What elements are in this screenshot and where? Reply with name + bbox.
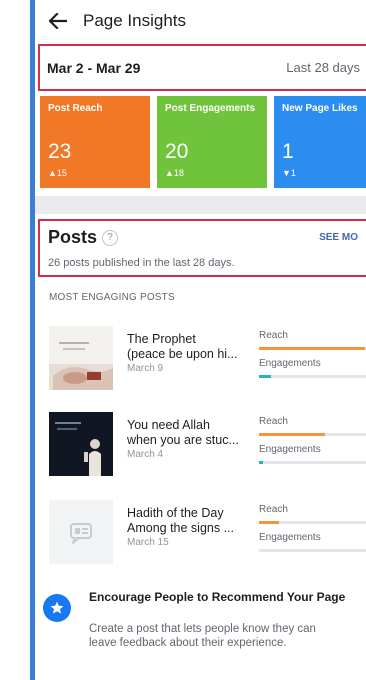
new-page-likes-card[interactable]: New Page Likes 1 ▼1 [274, 96, 366, 188]
post-title-line2: Among the signs ... [127, 521, 235, 535]
post-title-line1: You need Allah [127, 418, 210, 432]
engagements-bar [259, 549, 366, 552]
post-item[interactable]: The Prophet (peace be upon hi... March 9… [49, 326, 366, 396]
card-delta: ▼1 [282, 168, 296, 178]
date-range-label: Mar 2 - Mar 29 [47, 59, 141, 76]
post-title-line1: Hadith of the Day [127, 506, 224, 520]
engagements-bar-fill [259, 461, 263, 464]
reach-bar [259, 347, 366, 350]
back-arrow-icon[interactable] [47, 10, 69, 32]
post-item[interactable]: You need Allah when you are stuc... Marc… [49, 412, 366, 482]
post-thumbnail [49, 326, 113, 390]
reach-label: Reach [259, 504, 288, 515]
summary-cards: Post Reach 23 ▲15 Post Engagements 20 ▲1… [40, 96, 366, 188]
post-item[interactable]: Hadith of the Day Among the signs ... Ma… [49, 500, 366, 570]
posts-header: Posts ? SEE MO 26 posts published in the… [38, 219, 366, 277]
reach-bar-fill [259, 521, 280, 524]
app-header: Page Insights [35, 0, 366, 42]
reach-label: Reach [259, 416, 288, 427]
post-metrics: Reach Engagements [259, 416, 366, 472]
reach-bar-fill [259, 347, 365, 350]
post-metrics: Reach Engagements [259, 504, 366, 560]
post-metrics: Reach Engagements [259, 330, 366, 386]
post-title-line1: The Prophet [127, 332, 196, 346]
card-delta: ▲15 [48, 168, 67, 178]
engagements-label: Engagements [259, 444, 321, 455]
engagements-label: Engagements [259, 358, 321, 369]
see-more-link[interactable]: SEE MO [319, 232, 358, 243]
engagements-bar [259, 375, 366, 378]
post-date: March 4 [127, 449, 164, 460]
card-title: Post Engagements [165, 103, 256, 114]
recommend-body: Create a post that lets people know they… [89, 623, 316, 649]
reach-bar [259, 521, 366, 524]
engagements-bar-fill [259, 375, 271, 378]
post-date: March 15 [127, 537, 169, 548]
post-title-line2: when you are stuc... [127, 433, 239, 447]
post-engagements-card[interactable]: Post Engagements 20 ▲18 [157, 96, 267, 188]
card-value: 23 [48, 140, 72, 163]
card-value: 20 [165, 140, 189, 163]
engagements-label: Engagements [259, 532, 321, 543]
reach-bar-fill [259, 433, 325, 436]
posts-subtitle: 26 posts published in the last 28 days. [48, 257, 235, 269]
post-thumbnail [49, 500, 113, 564]
card-title: New Page Likes [282, 103, 358, 114]
post-thumbnail [49, 412, 113, 476]
post-reach-card[interactable]: Post Reach 23 ▲15 [40, 96, 150, 188]
engagements-bar [259, 461, 366, 464]
posts-title-text: Posts [48, 227, 98, 247]
post-text: The Prophet (peace be upon hi... March 9 [127, 332, 257, 374]
insights-screen: Page Insights Mar 2 - Mar 29 Last 28 day… [35, 0, 366, 680]
reach-label: Reach [259, 330, 288, 341]
date-period-label: Last 28 days [286, 60, 360, 75]
card-delta: ▲18 [165, 168, 184, 178]
post-title-line2: (peace be upon hi... [127, 347, 238, 361]
posts-title: Posts ? [48, 227, 119, 248]
help-icon[interactable]: ? [102, 229, 119, 246]
star-icon [43, 594, 71, 622]
section-divider [35, 196, 366, 214]
recommend-title: Encourage People to Recommend Your Page [89, 590, 346, 604]
post-text: You need Allah when you are stuc... Marc… [127, 418, 257, 460]
post-date: March 9 [127, 363, 164, 374]
page-title: Page Insights [83, 11, 187, 30]
reach-bar [259, 433, 366, 436]
card-value: 1 [282, 140, 294, 163]
most-engaging-label: MOST ENGAGING POSTS [49, 292, 175, 303]
post-text: Hadith of the Day Among the signs ... Ma… [127, 506, 257, 548]
date-range-selector[interactable]: Mar 2 - Mar 29 Last 28 days [38, 44, 366, 91]
card-title: Post Reach [48, 103, 103, 114]
